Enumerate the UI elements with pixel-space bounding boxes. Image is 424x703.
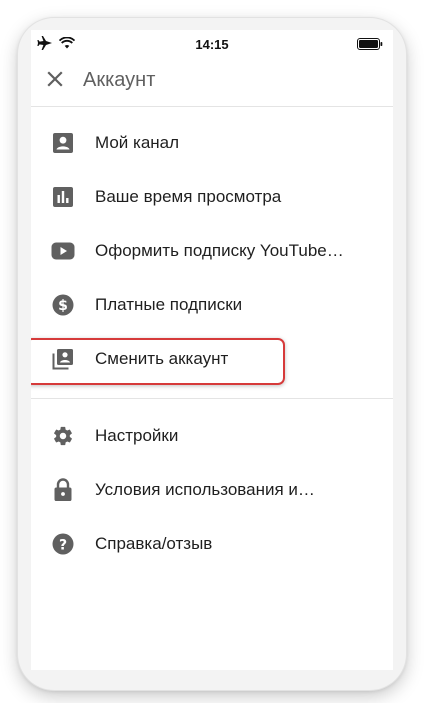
menu-item-label: Справка/отзыв: [95, 534, 213, 553]
menu-item-help[interactable]: ? Справка/отзыв: [31, 517, 393, 571]
menu-item-label: Мой канал: [95, 133, 180, 152]
menu-item-terms[interactable]: Условия использования и…: [31, 463, 393, 517]
screen: 14:15 Аккаунт Мой канал Ваше время просм…: [31, 30, 393, 670]
youtube-play-icon: [51, 239, 75, 263]
close-icon: [47, 70, 63, 92]
close-button[interactable]: [40, 66, 70, 96]
gear-icon: [51, 424, 75, 448]
svg-text:?: ?: [59, 537, 67, 553]
menu-item-youtube-premium[interactable]: Оформить подписку YouTube…: [31, 224, 393, 278]
bar-chart-icon: [51, 185, 75, 209]
menu-item-label: Оформить подписку YouTube…: [95, 241, 344, 260]
menu-item-paid-subscriptions[interactable]: $ Платные подписки: [31, 278, 393, 332]
menu-divider: [31, 398, 393, 399]
page-title: Аккаунт: [83, 69, 156, 91]
menu-item-label: Сменить аккаунт: [95, 349, 229, 368]
help-icon: ?: [51, 532, 75, 556]
menu-item-my-channel[interactable]: Мой канал: [31, 116, 393, 170]
app-bar: Аккаунт: [31, 58, 393, 107]
dollar-circle-icon: $: [51, 293, 75, 317]
account-menu: Мой канал Ваше время просмотра Оформить …: [31, 116, 393, 571]
status-bar: 14:15: [31, 30, 393, 58]
menu-item-watch-time[interactable]: Ваше время просмотра: [31, 170, 393, 224]
lock-icon: [51, 478, 75, 502]
battery-icon: [357, 38, 383, 53]
menu-item-label: Платные подписки: [95, 295, 243, 314]
account-box-icon: [51, 131, 75, 155]
menu-item-settings[interactable]: Настройки: [31, 409, 393, 463]
menu-item-label: Ваше время просмотра: [95, 187, 282, 206]
svg-text:$: $: [58, 298, 68, 314]
switch-account-icon: [51, 347, 75, 371]
status-time: 14:15: [195, 37, 229, 52]
menu-item-label: Настройки: [95, 426, 179, 445]
menu-item-switch-account[interactable]: Сменить аккаунт: [31, 332, 393, 386]
menu-item-label: Условия использования и…: [95, 480, 315, 499]
